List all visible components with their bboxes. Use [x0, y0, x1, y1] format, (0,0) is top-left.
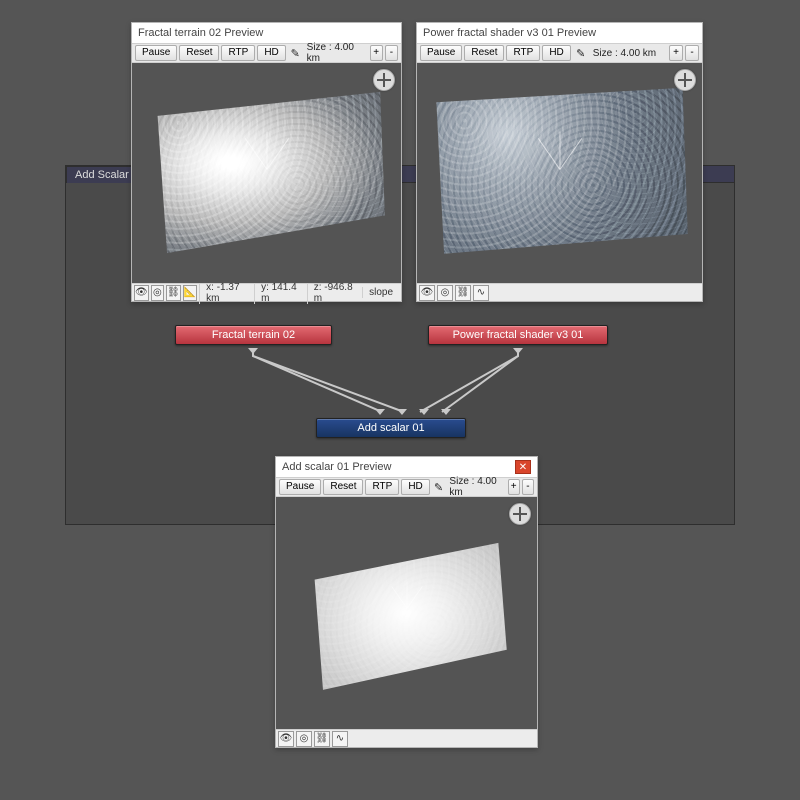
- terrain-preview: [302, 529, 511, 696]
- window-title: Power fractal shader v3 01 Preview: [423, 27, 596, 39]
- eye-icon[interactable]: 👁: [278, 731, 294, 747]
- window-toolbar: Pause Reset RTP HD ✎ Size : 4.00 km + -: [276, 477, 537, 497]
- status-bar: 👁 ◎ ⛓ ∿: [417, 283, 702, 301]
- hd-button[interactable]: HD: [257, 45, 285, 61]
- rtp-button[interactable]: RTP: [506, 45, 540, 61]
- compass-icon[interactable]: [373, 69, 395, 91]
- node-fractal-terrain[interactable]: Fractal terrain 02: [175, 325, 332, 345]
- link-icon[interactable]: ⛓: [314, 731, 330, 747]
- link-icon[interactable]: ⛓: [455, 285, 471, 301]
- compass-icon[interactable]: [509, 503, 531, 525]
- target-icon[interactable]: ◎: [296, 731, 312, 747]
- viewport[interactable]: [132, 63, 401, 283]
- curve-icon[interactable]: ∿: [332, 731, 348, 747]
- node-add-scalar[interactable]: Add scalar 01: [316, 418, 466, 438]
- status-slope: slope: [362, 287, 399, 298]
- brush-icon[interactable]: ✎: [432, 479, 446, 495]
- size-label: Size : 4.00 km: [449, 476, 503, 498]
- window-toolbar: Pause Reset RTP HD ✎ Size : 4.00 km + -: [417, 43, 702, 63]
- status-bar: 👁 ◎ ⛓ ∿: [276, 729, 537, 747]
- curve-icon[interactable]: ∿: [473, 285, 489, 301]
- zoom-out-button[interactable]: -: [385, 45, 398, 61]
- target-icon[interactable]: ◎: [437, 285, 453, 301]
- zoom-in-button[interactable]: +: [370, 45, 383, 61]
- window-title: Fractal terrain 02 Preview: [138, 27, 263, 39]
- status-x: x: -1.37 km: [199, 282, 252, 304]
- size-label: Size : 4.00 km: [307, 42, 366, 64]
- reset-button[interactable]: Reset: [179, 45, 219, 61]
- link-icon[interactable]: ⛓: [166, 285, 181, 301]
- brush-icon[interactable]: ✎: [288, 45, 303, 61]
- brush-icon[interactable]: ✎: [573, 45, 589, 61]
- node-label: Power fractal shader v3 01: [453, 329, 584, 341]
- window-titlebar[interactable]: Add scalar 01 Preview ✕: [276, 457, 537, 477]
- input-port-icon[interactable]: [441, 409, 451, 415]
- terrain-preview: [148, 85, 385, 257]
- zoom-in-button[interactable]: +: [508, 479, 520, 495]
- output-port-icon[interactable]: [248, 348, 258, 354]
- tab-label: Add Scalar: [75, 169, 129, 181]
- eye-icon[interactable]: 👁: [419, 285, 435, 301]
- node-label: Fractal terrain 02: [212, 329, 295, 341]
- status-z: z: -946.8 m: [307, 282, 360, 304]
- zoom-out-button[interactable]: -: [685, 45, 699, 61]
- preview-window-power-fractal[interactable]: Power fractal shader v3 01 Preview Pause…: [416, 22, 703, 302]
- reset-button[interactable]: Reset: [323, 479, 363, 495]
- size-label: Size : 4.00 km: [593, 48, 656, 59]
- viewport[interactable]: [417, 63, 702, 283]
- viewport[interactable]: [276, 497, 537, 729]
- target-icon[interactable]: ◎: [151, 285, 164, 301]
- status-y: y: 141.4 m: [254, 282, 305, 304]
- window-titlebar[interactable]: Fractal terrain 02 Preview: [132, 23, 401, 43]
- eye-icon[interactable]: 👁: [134, 285, 149, 301]
- hd-button[interactable]: HD: [401, 479, 429, 495]
- tab-add-scalar[interactable]: Add Scalar: [66, 166, 138, 183]
- compass-icon[interactable]: [674, 69, 696, 91]
- status-bar: 👁 ◎ ⛓ 📐 x: -1.37 km y: 141.4 m z: -946.8…: [132, 283, 401, 301]
- input-port-icon[interactable]: [419, 409, 429, 415]
- node-power-fractal[interactable]: Power fractal shader v3 01: [428, 325, 608, 345]
- window-titlebar[interactable]: Power fractal shader v3 01 Preview: [417, 23, 702, 43]
- preview-window-fractal-terrain[interactable]: Fractal terrain 02 Preview Pause Reset R…: [131, 22, 402, 302]
- terrain-preview: [431, 81, 688, 261]
- zoom-out-button[interactable]: -: [522, 479, 534, 495]
- rtp-button[interactable]: RTP: [365, 479, 399, 495]
- input-port-icon[interactable]: [375, 409, 385, 415]
- preview-window-add-scalar[interactable]: Add scalar 01 Preview ✕ Pause Reset RTP …: [275, 456, 538, 748]
- measure-icon[interactable]: 📐: [183, 285, 197, 301]
- pause-button[interactable]: Pause: [135, 45, 177, 61]
- node-label: Add scalar 01: [357, 422, 424, 434]
- input-port-icon[interactable]: [397, 409, 407, 415]
- hd-button[interactable]: HD: [542, 45, 570, 61]
- reset-button[interactable]: Reset: [464, 45, 504, 61]
- close-button[interactable]: ✕: [515, 460, 531, 474]
- pause-button[interactable]: Pause: [420, 45, 462, 61]
- pause-button[interactable]: Pause: [279, 479, 321, 495]
- output-port-icon[interactable]: [513, 348, 523, 354]
- zoom-in-button[interactable]: +: [669, 45, 683, 61]
- window-title: Add scalar 01 Preview: [282, 461, 391, 473]
- window-toolbar: Pause Reset RTP HD ✎ Size : 4.00 km + -: [132, 43, 401, 63]
- rtp-button[interactable]: RTP: [221, 45, 255, 61]
